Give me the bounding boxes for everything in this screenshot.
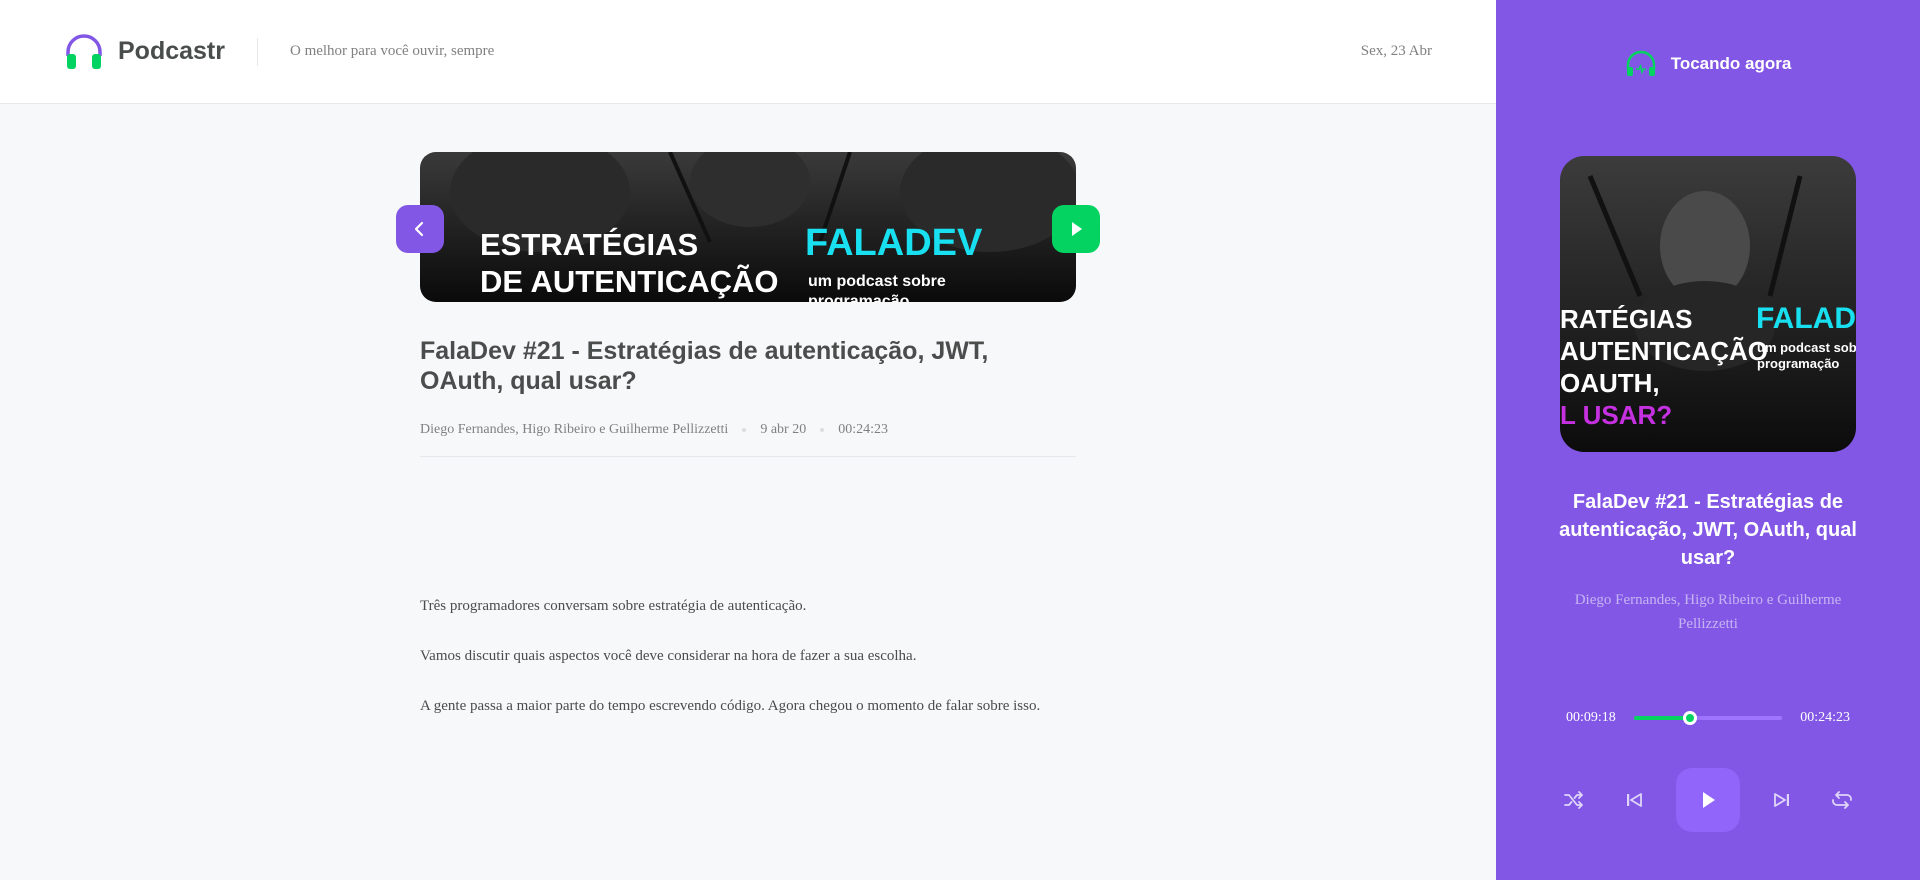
cover-sub2: programação: [1757, 356, 1839, 371]
episode-date: 9 abr 20: [760, 422, 807, 437]
progress-bar: 00:09:18 00:24:23: [1566, 710, 1850, 726]
episode-duration: 00:24:23: [838, 422, 888, 437]
player-cover: RATÉGIAS AUTENTICAÇÃO OAUTH, L USAR? FAL…: [1560, 156, 1856, 452]
player-panel: Tocando agora RATÉGIAS AUTENTICAÇÃO OAUT…: [1496, 0, 1920, 880]
meta-separator: [820, 428, 825, 432]
player-controls: [1496, 768, 1920, 832]
play-pause-button[interactable]: [1676, 768, 1740, 832]
previous-button[interactable]: [1616, 782, 1652, 818]
cover-line4: L USAR?: [1560, 400, 1672, 430]
cover-line1: RATÉGIAS: [1560, 304, 1692, 334]
thumbnail-sub1: um podcast sobre: [808, 273, 946, 290]
description-paragraph: Vamos discutir quais aspectos você deve …: [420, 648, 917, 664]
play-icon: [1072, 222, 1082, 236]
shuffle-icon: [1564, 791, 1583, 809]
thumbnail-sub2: programação: [808, 293, 910, 302]
player-episode-title: FalaDev #21 - Estratégias de autenticaçã…: [1559, 491, 1857, 569]
episode-page: ESTRATÉGIAS DE AUTENTICAÇÃO FALADEV um p…: [0, 104, 1496, 880]
skip-next-icon: [1774, 793, 1789, 807]
progress-slider[interactable]: [1634, 711, 1782, 725]
repeat-button[interactable]: [1824, 782, 1860, 818]
thumbnail-image: ESTRATÉGIAS DE AUTENTICAÇÃO FALADEV um p…: [420, 152, 1076, 302]
thumbnail-brand: FALADEV: [805, 222, 983, 264]
tagline: O melhor para você ouvir, sempre: [289, 43, 495, 59]
now-playing-label: Tocando agora: [1670, 54, 1792, 73]
next-button[interactable]: [1764, 782, 1800, 818]
cover-image: RATÉGIAS AUTENTICAÇÃO OAUTH, L USAR? FAL…: [1560, 156, 1856, 452]
logo[interactable]: Podcastr: [64, 32, 225, 72]
player-episode-members: Diego Fernandes, Higo Ribeiro e Guilherm…: [1574, 592, 1842, 632]
current-date: Sex, 23 Abr: [1360, 43, 1432, 59]
chevron-left-icon: [414, 221, 424, 237]
total-time: 00:24:23: [1800, 710, 1850, 725]
brand-name: Podcastr: [118, 37, 225, 65]
description-paragraph: Três programadores conversam sobre estra…: [420, 598, 807, 614]
play-episode-button[interactable]: [1052, 205, 1100, 253]
cover-line2: AUTENTICAÇÃO: [1560, 336, 1768, 366]
back-button[interactable]: [396, 205, 444, 253]
repeat-icon: [1832, 791, 1852, 809]
meta-separator: [742, 428, 747, 432]
cover-brand: FALAD: [1756, 302, 1856, 335]
shuffle-button[interactable]: [1556, 782, 1592, 818]
thumbnail-title-line1: ESTRATÉGIAS: [480, 227, 698, 262]
cover-sub1: um podcast sobr: [1757, 340, 1856, 355]
description-paragraph: A gente passa a maior parte do tempo esc…: [420, 698, 1041, 714]
episode-thumbnail: ESTRATÉGIAS DE AUTENTICAÇÃO FALADEV um p…: [420, 152, 1076, 302]
episode-thumbnail-container: ESTRATÉGIAS DE AUTENTICAÇÃO FALADEV um p…: [396, 152, 1100, 302]
headphones-icon: [1626, 50, 1655, 76]
now-playing-header: Tocando agora: [1496, 50, 1920, 78]
current-time: 00:09:18: [1566, 710, 1616, 725]
episode-title: FalaDev #21 - Estratégias de autenticaçã…: [420, 337, 989, 395]
header-divider: [256, 37, 258, 66]
episode-meta: Diego Fernandes, Higo Ribeiro e Guilherm…: [420, 422, 1076, 457]
progress-fill: [1634, 716, 1691, 720]
episode-members: Diego Fernandes, Higo Ribeiro e Guilherm…: [420, 422, 729, 437]
episode-description: Três programadores conversam sobre estra…: [420, 594, 1076, 744]
app-header: Podcastr O melhor para você ouvir, sempr…: [0, 0, 1496, 104]
play-icon: [1703, 792, 1715, 808]
skip-previous-icon: [1627, 793, 1642, 807]
cover-line3: OAUTH,: [1560, 368, 1660, 398]
headphones-logo-icon: [66, 33, 102, 69]
thumbnail-title-line2: DE AUTENTICAÇÃO: [480, 264, 779, 299]
progress-handle[interactable]: [1683, 711, 1698, 725]
